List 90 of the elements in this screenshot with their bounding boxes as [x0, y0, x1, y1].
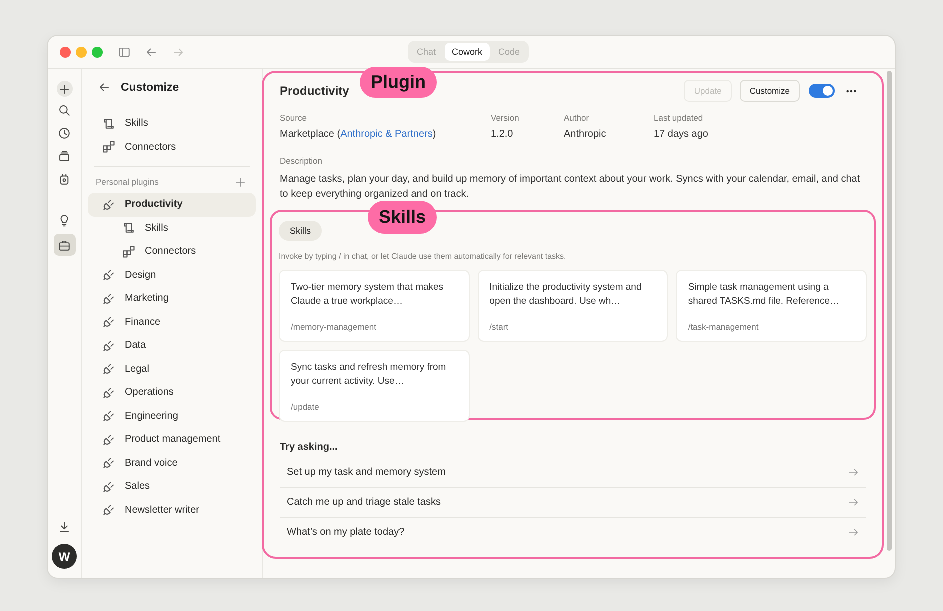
enable-toggle[interactable] [809, 84, 835, 98]
stack-icon [58, 150, 71, 163]
skill-card[interactable]: Simple task management using a shared TASKS.md file. Reference… /task-management [676, 270, 867, 342]
plugin-item[interactable]: Productivity [88, 193, 256, 216]
plugin-item[interactable]: Data [88, 334, 256, 358]
skill-card[interactable]: Initialize the productivity system and open the dashboard. Use wh… /start [478, 270, 668, 342]
scroll-icon [102, 116, 116, 131]
plug-icon [102, 409, 116, 424]
plugin-title: Productivity [280, 84, 350, 98]
annotation-label: Skills [368, 201, 438, 234]
plug-icon [102, 362, 116, 376]
clock-icon [58, 127, 71, 140]
plug-icon [102, 338, 116, 353]
robot-icon [58, 173, 71, 186]
back-arrow-icon [145, 46, 158, 58]
plus-icon [58, 82, 71, 96]
scroll-icon [122, 221, 136, 236]
skill-description: Sync tasks and refresh memory from your current activity. Use… [291, 361, 448, 389]
add-icon [235, 176, 246, 188]
plugin-item[interactable]: Legal [88, 358, 256, 381]
plug-icon [102, 315, 116, 330]
meta-value: Marketplace (Anthropic & Partners) [280, 129, 438, 140]
prompt-suggestion[interactable]: What’s on my plate today? [280, 518, 866, 547]
meta-value: Anthropic [564, 129, 608, 140]
rail-button[interactable] [56, 81, 72, 97]
description-text: Manage tasks, plan your day, and build up memory of important context about your work. Syncs with your calendar, email, and chat to keep everything organized and on track. [280, 173, 862, 202]
lightbulb-icon [58, 214, 71, 227]
briefcase-icon [58, 238, 71, 252]
plugin-subitem[interactable]: Connectors [88, 240, 256, 264]
skill-card[interactable]: Sync tasks and refresh memory from your current activity. Use… /update [279, 350, 470, 422]
plug-icon [102, 198, 116, 212]
user-avatar[interactable]: W [52, 544, 77, 569]
plugin-item[interactable]: Operations [88, 381, 256, 404]
meta-label: Last updated [654, 113, 704, 123]
plug-icon [102, 503, 116, 518]
plugin-item[interactable]: Brand voice [88, 452, 256, 475]
skill-description: Two-tier memory system that makes Claude a true workplace… [291, 281, 445, 309]
skill-command: /start [490, 322, 510, 332]
plugin-item[interactable]: Engineering [88, 404, 256, 428]
rail-button[interactable] [54, 234, 76, 256]
try-asking-title: Try asking... [280, 442, 339, 453]
skills-hint: Invoke by typing / in chat, or let Claude use them automatically for relevant tasks. [279, 252, 568, 261]
arrow-right-icon [848, 467, 859, 478]
skills-tab[interactable]: Skills [279, 221, 322, 241]
section-label: Personal plugins [96, 177, 159, 187]
skill-description: Initialize the productivity system and open the dashboard. Use wh… [490, 281, 643, 309]
skill-command: /memory-management [291, 322, 378, 332]
sidebar-title: Customize [121, 82, 180, 94]
blocks-icon [122, 244, 136, 259]
mode-tab[interactable]: Cowork [445, 43, 490, 61]
meta-label: Author [564, 113, 590, 123]
blocks-icon [102, 140, 116, 154]
plugin-item[interactable]: Design [88, 264, 256, 287]
back-arrow-icon [98, 81, 111, 94]
scrollbar-thumb[interactable] [887, 71, 892, 551]
sidebar-item[interactable]: Connectors [88, 136, 256, 159]
plugin-item[interactable]: Product management [88, 428, 256, 452]
annotation-label: Plugin [360, 67, 437, 98]
meta-label: Version [491, 113, 520, 123]
plug-icon [102, 386, 116, 400]
prompt-suggestion[interactable]: Set up my task and memory system [280, 458, 866, 488]
search-icon [58, 104, 71, 117]
plug-icon [102, 480, 116, 494]
action-button[interactable]: Customize [740, 80, 800, 102]
source-link[interactable]: Anthropic & Partners [340, 129, 433, 140]
plugin-item[interactable]: Sales [88, 475, 256, 498]
plugin-subitem[interactable]: Skills [88, 216, 256, 240]
meta-value: 1.2.0 [491, 129, 514, 140]
plug-icon [102, 292, 116, 306]
arrow-right-icon [848, 527, 859, 538]
description-label: Description [280, 156, 324, 166]
forward-arrow-icon [172, 46, 185, 58]
plugin-item[interactable]: Newsletter writer [88, 498, 256, 522]
skill-card[interactable]: Two-tier memory system that makes Claude a true workplace… /memory-management [279, 270, 470, 342]
skill-description: Simple task management using a shared TASKS.md file. Reference… [688, 281, 841, 309]
sidebar-toggle-icon [118, 46, 131, 58]
prompt-suggestion[interactable]: Catch me up and triage stale tasks [280, 488, 866, 518]
plugin-item[interactable]: Finance [88, 310, 256, 334]
close-icon[interactable] [60, 46, 71, 58]
meta-value: 17 days ago [654, 129, 710, 140]
skill-command: /update [291, 402, 320, 412]
download-icon [58, 521, 71, 534]
plugin-item[interactable]: Marketing [88, 287, 256, 310]
sidebar-item[interactable]: Skills [88, 112, 256, 136]
plug-icon [102, 268, 116, 282]
skill-command: /task-management [688, 322, 760, 332]
meta-label: Source [280, 113, 308, 123]
arrow-right-icon [848, 497, 859, 508]
plug-icon [102, 432, 116, 447]
plug-icon [102, 456, 116, 470]
